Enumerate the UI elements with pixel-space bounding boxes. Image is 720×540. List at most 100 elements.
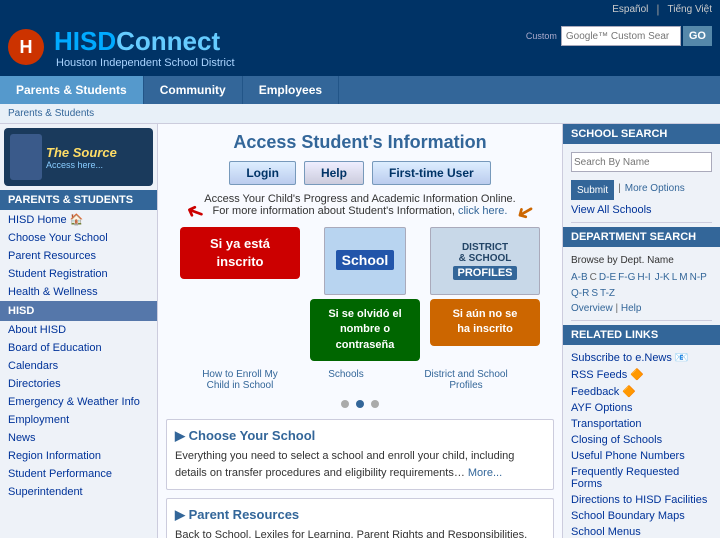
source-person-img <box>10 134 42 180</box>
access-text: Access Your Child's Progress and Academi… <box>166 193 554 217</box>
sidebar-student-performance[interactable]: Student Performance <box>0 465 157 483</box>
view-all-schools-link[interactable]: View All Schools <box>563 202 720 218</box>
search-separator: | <box>618 178 621 200</box>
dept-browse-label: Browse by Dept. Name <box>563 251 720 270</box>
source-access-link[interactable]: Access here... <box>46 160 117 170</box>
breadcrumb: Parents & Students <box>0 104 720 124</box>
school-search-submit[interactable]: Submit <box>571 180 614 200</box>
choose-school-body: Everything you need to select a school a… <box>175 448 545 481</box>
dept-np[interactable]: N-P <box>690 272 707 286</box>
sidebar-parent-resources[interactable]: Parent Resources <box>0 247 157 265</box>
parent-resources-body: Back to School, Lexiles for Learning, Pa… <box>175 527 545 538</box>
sidebar-hisd-home[interactable]: HISD Home 🏠 <box>0 210 157 229</box>
left-sidebar: The Source Access here... PARENTS & STUD… <box>0 124 158 538</box>
dept-hi[interactable]: H-I <box>637 272 650 286</box>
dept-ab[interactable]: A-B <box>571 272 588 286</box>
sidebar-hisd-header: HISD <box>0 301 157 321</box>
dept-search-header: DEPARTMENT SEARCH <box>563 227 720 247</box>
more-options-link[interactable]: More Options <box>625 178 685 200</box>
header: H HISDConnect Houston Independent School… <box>0 18 720 76</box>
enroll-label: How to Enroll My Child in School <box>199 369 281 391</box>
right-sidebar: SCHOOL SEARCH Submit | More Options View… <box>562 124 720 538</box>
dept-extra-links: Overview | Help <box>563 301 720 316</box>
access-line1: Access Your Child's Progress and Academi… <box>204 193 515 205</box>
overview-link[interactable]: Overview <box>571 303 613 314</box>
sidebar-news[interactable]: News <box>0 429 157 447</box>
divider-2 <box>571 320 712 321</box>
header-search: Custom GO <box>526 26 712 46</box>
choose-school-section: ▶ Choose Your School Everything you need… <box>166 419 554 490</box>
lang-espanol[interactable]: Español <box>612 4 648 15</box>
dept-m[interactable]: M <box>679 272 687 286</box>
lang-divider: | <box>656 2 659 16</box>
dept-fg[interactable]: F-G <box>618 272 635 286</box>
related-phone[interactable]: Useful Phone Numbers <box>563 448 720 464</box>
access-buttons-row: Login Help First-time User <box>166 161 554 185</box>
dot-3[interactable] <box>371 400 379 408</box>
nav-parents-students[interactable]: Parents & Students <box>0 76 144 104</box>
dept-qr[interactable]: Q-R <box>571 288 589 299</box>
related-rss[interactable]: RSS Feeds 🔶 <box>563 366 720 383</box>
sidebar-health-wellness[interactable]: Health & Wellness <box>0 283 157 301</box>
top-bar: Español | Tiếng Việt <box>0 0 720 18</box>
hisd-logo-icon: H <box>8 29 44 65</box>
school-search-header: SCHOOL SEARCH <box>563 124 720 144</box>
related-directions[interactable]: Directions to HISD Facilities <box>563 492 720 508</box>
parent-resources-section: ▶ Parent Resources Back to School, Lexil… <box>166 498 554 538</box>
sidebar-region[interactable]: Region Information <box>0 447 157 465</box>
related-transportation[interactable]: Transportation <box>563 416 720 432</box>
logo-hisd: HISD <box>54 26 116 56</box>
related-boundary-maps[interactable]: School Boundary Maps <box>563 508 720 524</box>
source-box: The Source Access here... <box>4 128 153 186</box>
nav-community[interactable]: Community <box>144 76 243 104</box>
dept-de[interactable]: D-E <box>599 272 616 286</box>
custom-label: Custom <box>526 31 557 41</box>
page-title: Access Student's Information <box>166 132 554 153</box>
sidebar-calendars[interactable]: Calendars <box>0 357 157 375</box>
search-input[interactable] <box>561 26 681 46</box>
lang-tieng-viet[interactable]: Tiếng Việt <box>668 4 712 15</box>
related-school-menus[interactable]: School Menus <box>563 524 720 538</box>
dept-s[interactable]: S <box>591 288 598 299</box>
district-school-image: DISTRICT& SCHOOL PROFILES <box>430 227 540 295</box>
related-ayf[interactable]: AYF Options <box>563 400 720 416</box>
sidebar-directories[interactable]: Directories <box>0 375 157 393</box>
related-forms[interactable]: Frequently Requested Forms <box>563 464 720 492</box>
dept-alpha-links: A-B C D-E F-G H-I J-K L M N-P Q-R S T-Z <box>563 270 720 301</box>
help-button[interactable]: Help <box>304 161 364 185</box>
schools-label: Schools <box>291 369 401 391</box>
login-button[interactable]: Login <box>229 161 296 185</box>
center-content: Access Student's Information Login Help … <box>158 124 562 538</box>
callout-inscrito: Si ya está inscrito <box>180 227 300 279</box>
access-line2: For more information about Student's Inf… <box>213 205 455 217</box>
choose-school-more-link[interactable]: More... <box>468 467 502 479</box>
dept-jk[interactable]: J-K <box>655 272 670 286</box>
related-feedback[interactable]: Feedback 🔶 <box>563 383 720 400</box>
image-labels-row: How to Enroll My Child in School Schools… <box>166 369 554 391</box>
first-time-user-button[interactable]: First-time User <box>372 161 491 185</box>
dept-tz[interactable]: T-Z <box>600 288 615 299</box>
related-closing[interactable]: Closing of Schools <box>563 432 720 448</box>
sidebar-student-registration[interactable]: Student Registration <box>0 265 157 283</box>
school-search-box <box>563 148 720 176</box>
help-link[interactable]: Help <box>621 303 642 314</box>
sidebar-choose-school[interactable]: Choose Your School <box>0 229 157 247</box>
dot-2[interactable] <box>356 400 364 408</box>
dept-l[interactable]: L <box>672 272 678 286</box>
school-search-input[interactable] <box>571 152 712 172</box>
carousel-dots <box>166 397 554 411</box>
sidebar-superintendent[interactable]: Superintendent <box>0 483 157 501</box>
dot-1[interactable] <box>341 400 349 408</box>
related-enews[interactable]: Subscribe to e.News 📧 <box>563 349 720 366</box>
click-here-link[interactable]: click here. <box>458 205 508 217</box>
profiles-label: District and School Profiles <box>411 369 521 391</box>
sidebar-employment[interactable]: Employment <box>0 411 157 429</box>
callout-no-inscrito: Si aún no se ha inscrito <box>430 299 540 346</box>
sidebar-about-hisd[interactable]: About HISD <box>0 321 157 339</box>
nav-employees[interactable]: Employees <box>243 76 339 104</box>
search-button[interactable]: GO <box>683 26 712 46</box>
sidebar-emergency[interactable]: Emergency & Weather Info <box>0 393 157 411</box>
sidebar-board-education[interactable]: Board of Education <box>0 339 157 357</box>
choose-school-title: ▶ Choose Your School <box>175 428 545 444</box>
sidebar-parents-header: PARENTS & STUDENTS <box>0 190 157 210</box>
